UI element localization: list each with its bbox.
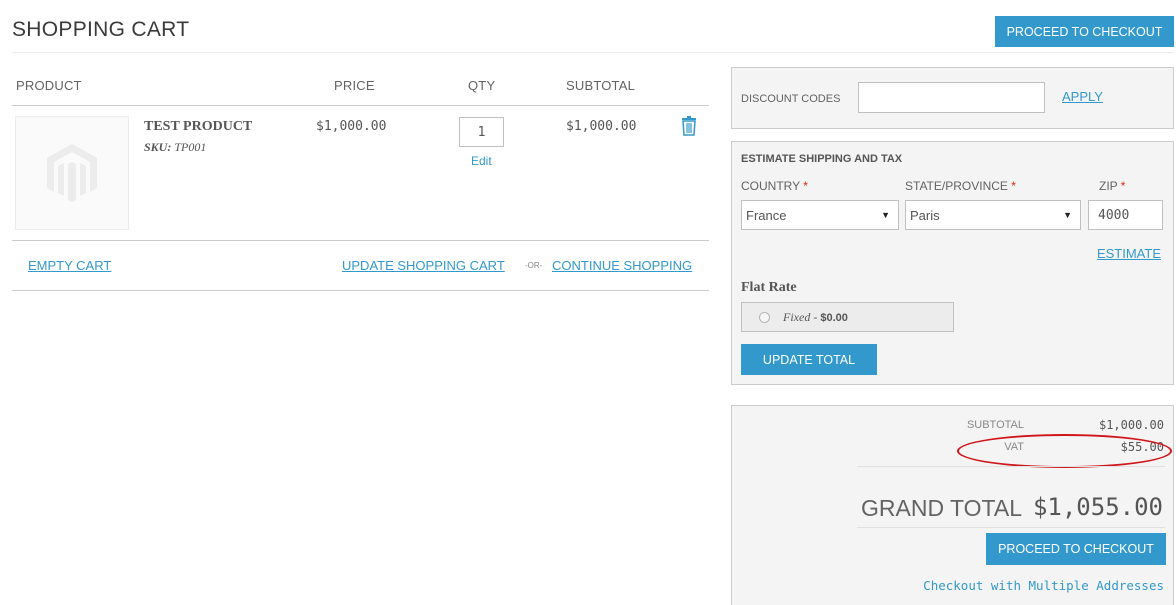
- shipping-title: ESTIMATE SHIPPING AND TAX: [741, 153, 903, 165]
- item-row-divider: [12, 240, 709, 241]
- product-thumbnail[interactable]: [15, 116, 129, 230]
- sku-value: TP001: [174, 140, 207, 154]
- grand-total-label: GRAND TOTAL: [861, 495, 1023, 521]
- method-option-name: Fixed: [783, 310, 811, 324]
- edit-link[interactable]: Edit: [471, 154, 492, 168]
- state-select[interactable]: Paris ▼: [905, 200, 1081, 230]
- required-mark: *: [1011, 179, 1016, 193]
- state-label-text: STATE/PROVINCE: [905, 179, 1008, 193]
- title-separator: [12, 52, 1174, 53]
- country-select[interactable]: France ▼: [741, 200, 899, 230]
- shipping-method-option[interactable]: Fixed - $0.00: [741, 302, 954, 332]
- discount-code-input[interactable]: [858, 82, 1045, 113]
- header-divider: [12, 105, 709, 106]
- grand-total-value: $1,055.00: [1032, 493, 1163, 521]
- zip-input[interactable]: [1088, 200, 1163, 230]
- zip-label-text: ZIP: [1099, 179, 1118, 193]
- actions-divider: [12, 290, 709, 291]
- proceed-to-checkout-bottom-button[interactable]: PROCEED TO CHECKOUT: [986, 533, 1166, 565]
- apply-discount-link[interactable]: APPLY: [1062, 89, 1103, 104]
- qty-input[interactable]: [459, 117, 504, 147]
- product-name[interactable]: TEST PRODUCT: [144, 119, 252, 135]
- subtotal-label: SUBTOTAL: [966, 419, 1024, 431]
- sku-label: SKU:: [144, 140, 172, 154]
- grand-total-divider: [857, 527, 1165, 528]
- totals-divider: [857, 466, 1165, 467]
- checkout-multiple-addresses-link[interactable]: Checkout with Multiple Addresses: [923, 578, 1164, 593]
- method-sep: -: [810, 310, 821, 324]
- subtotal-value: $1,000.00: [1098, 418, 1164, 432]
- shipping-method-text: Fixed - $0.00: [783, 310, 848, 325]
- update-total-button[interactable]: UPDATE TOTAL: [741, 344, 877, 375]
- state-label: STATE/PROVINCE *: [905, 179, 1016, 193]
- required-mark: *: [1120, 179, 1126, 193]
- column-header-product: PRODUCT: [16, 78, 82, 93]
- country-label: COUNTRY *: [741, 179, 808, 193]
- state-selected-value: Paris: [910, 207, 940, 223]
- continue-shopping-link[interactable]: CONTINUE SHOPPING: [552, 258, 692, 273]
- dropdown-caret-icon: ▼: [1063, 210, 1072, 220]
- discount-box: DISCOUNT CODES APPLY: [731, 67, 1174, 129]
- update-shopping-cart-link[interactable]: UPDATE SHOPPING CART: [342, 258, 505, 273]
- shipping-method-radio[interactable]: [759, 312, 770, 323]
- proceed-to-checkout-top-button[interactable]: PROCEED TO CHECKOUT: [995, 16, 1174, 47]
- zip-label: ZIP *: [1099, 179, 1125, 193]
- method-price: $0.00: [820, 312, 848, 324]
- shipping-box: ESTIMATE SHIPPING AND TAX COUNTRY * STAT…: [731, 141, 1174, 385]
- column-header-price: PRICE: [334, 78, 375, 93]
- discount-label: DISCOUNT CODES: [741, 93, 841, 105]
- or-separator: -OR-: [525, 261, 543, 270]
- totals-box: SUBTOTAL $1,000.00 VAT $55.00 GRAND TOTA…: [731, 405, 1174, 605]
- country-label-text: COUNTRY: [741, 179, 800, 193]
- required-mark: *: [803, 179, 808, 193]
- column-header-qty: QTY: [468, 78, 496, 93]
- country-selected-value: France: [746, 207, 787, 223]
- column-header-subtotal: SUBTOTAL: [566, 78, 636, 93]
- empty-cart-link[interactable]: EMPTY CART: [28, 258, 111, 273]
- trash-icon[interactable]: [681, 116, 697, 136]
- product-sku: SKU: TP001: [144, 140, 206, 155]
- estimate-link[interactable]: ESTIMATE: [1097, 246, 1161, 261]
- page-title: SHOPPING CART: [12, 18, 190, 41]
- magento-logo-icon: [47, 144, 97, 202]
- shipping-method-title: Flat Rate: [741, 280, 797, 295]
- product-subtotal: $1,000.00: [566, 119, 637, 134]
- dropdown-caret-icon: ▼: [881, 210, 890, 220]
- product-price: $1,000.00: [316, 119, 387, 134]
- vat-highlight-annotation: [957, 434, 1172, 468]
